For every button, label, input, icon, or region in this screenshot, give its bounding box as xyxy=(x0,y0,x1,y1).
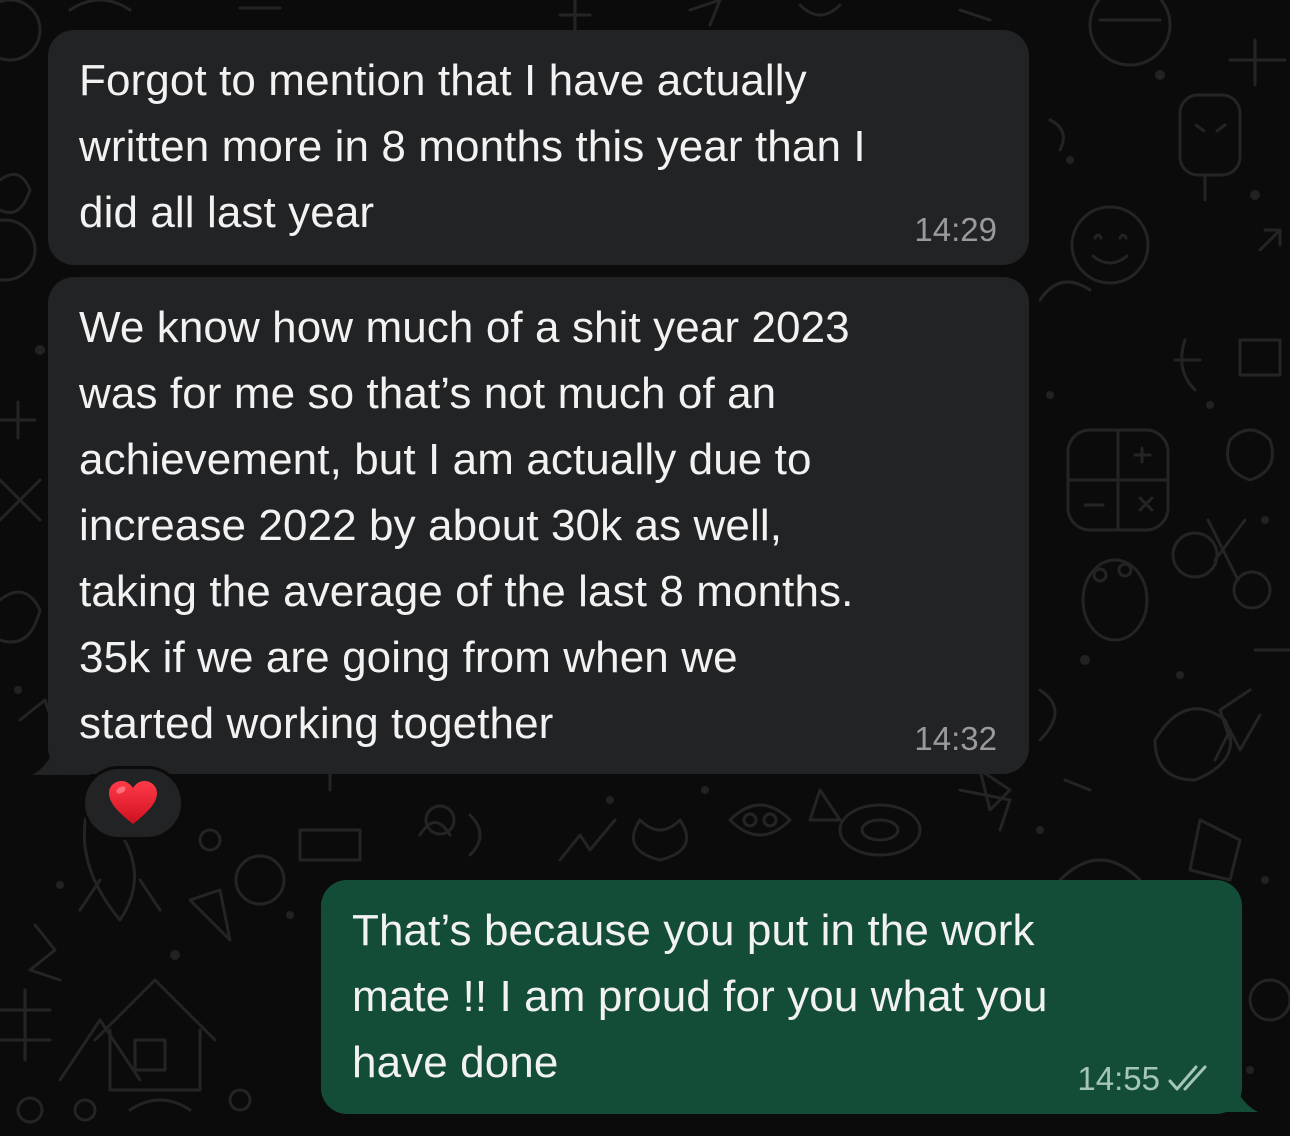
taco-doodle-icon xyxy=(1153,707,1233,782)
message-bubble-incoming[interactable]: Forgot to mention that I have actually w… xyxy=(48,30,1029,265)
message-bubble-outgoing[interactable]: That’s because you put in the work mate … xyxy=(321,880,1242,1114)
message-timestamp: 14:55 xyxy=(1077,1060,1160,1097)
heart-emoji-icon xyxy=(109,781,157,824)
ticket-doodle-icon xyxy=(298,828,362,862)
message-text: We know how much of a shit year 2023 was… xyxy=(79,303,854,748)
double-check-read-icon xyxy=(1168,1064,1214,1094)
box-doodle-icon xyxy=(1238,338,1282,377)
drink-doodle-icon xyxy=(1188,818,1242,882)
mic-doodle-icon xyxy=(1173,338,1202,392)
ball-doodle-icon xyxy=(1248,978,1290,1022)
message-meta: 14:32 xyxy=(914,720,997,758)
message-meta: 14:55 xyxy=(1077,1060,1214,1098)
ruler-doodle-icon xyxy=(1228,38,1287,87)
message-timestamp: 14:32 xyxy=(914,720,997,757)
donut-doodle-icon xyxy=(0,0,42,62)
message-meta: 14:29 xyxy=(914,211,997,249)
lifebuoy-doodle-icon xyxy=(838,803,922,857)
cat-doodle-icon xyxy=(1226,428,1274,482)
paw-doodle-icon xyxy=(1081,558,1149,642)
popsicle-doodle-icon xyxy=(1178,93,1242,177)
plus-doodle-icon xyxy=(0,400,37,440)
eye-doodle-icon xyxy=(728,803,792,837)
message-text: Forgot to mention that I have actually w… xyxy=(79,56,866,237)
message-reaction[interactable] xyxy=(82,766,184,840)
scissors-doodle-icon xyxy=(1171,531,1219,579)
smiley-doodle-icon xyxy=(1070,205,1150,285)
message-bubble-incoming[interactable]: We know how much of a shit year 2023 was… xyxy=(48,277,1029,774)
paper-plane-doodle-icon xyxy=(188,888,232,942)
watermelon-doodle-icon xyxy=(1088,0,1172,67)
message-timestamp: 14:29 xyxy=(914,211,997,248)
house-doodle-icon xyxy=(93,978,217,1092)
message-text: That’s because you put in the work mate … xyxy=(352,906,1048,1087)
sun-doodle-icon xyxy=(631,818,689,862)
